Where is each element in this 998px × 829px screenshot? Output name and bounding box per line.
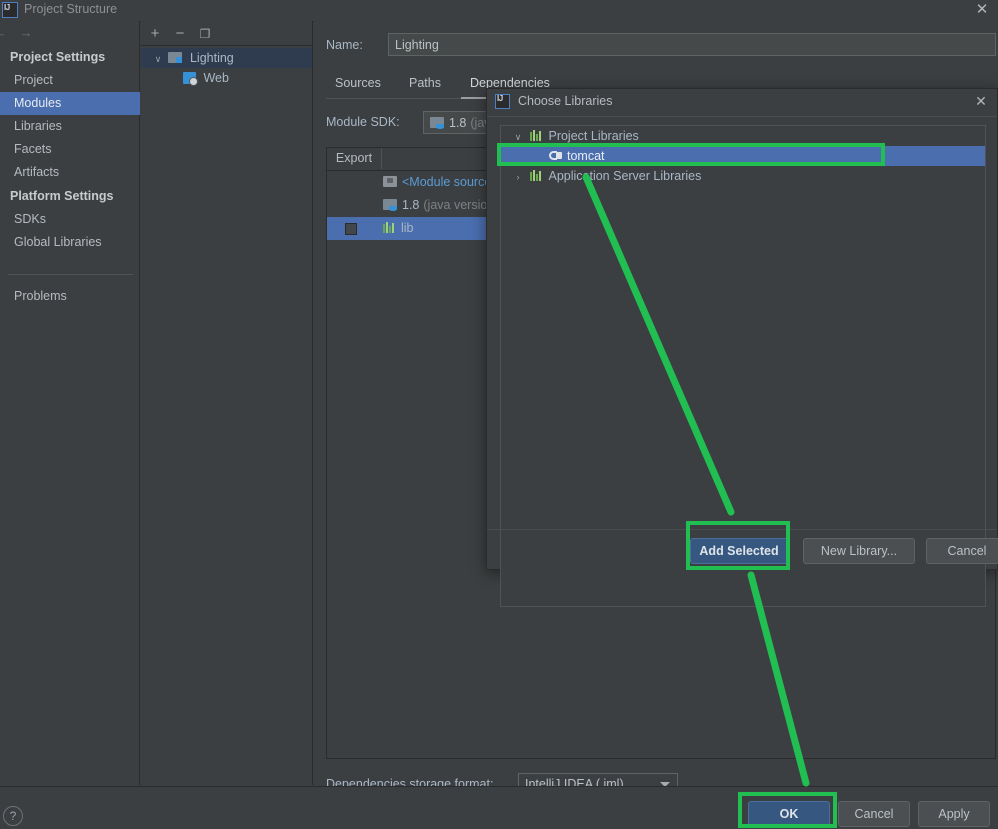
module-name-input[interactable]: Lighting [388,33,996,56]
choose-libraries-cancel-button[interactable]: Cancel [926,538,998,564]
module-tree-item-web[interactable]: Web [141,68,312,88]
tab-sources[interactable]: Sources [326,71,390,97]
settings-sidebar: ← → Project Settings Project Modules Lib… [0,21,140,785]
library-icon [383,222,396,233]
apply-button[interactable]: Apply [918,801,990,827]
choose-libraries-buttons: Add Selected New Library... Cancel [487,529,998,570]
sidebar-item-global-libraries[interactable]: Global Libraries [0,231,140,254]
module-name-label: Name: [326,38,363,52]
export-checkbox[interactable] [345,223,357,235]
intellij-idea-icon [2,2,18,18]
module-sdk-label: Module SDK: [326,115,400,129]
close-icon[interactable]: ✕ [974,2,990,18]
add-module-icon[interactable]: + [146,25,164,43]
sidebar-problems-wrap: Problems [0,285,140,308]
chevron-right-icon[interactable]: › [509,167,527,187]
library-group-project-libraries[interactable]: ∨ Project Libraries [501,126,985,146]
help-icon[interactable]: ? [3,806,23,826]
project-structure-window: Project Structure ✕ ← → Project Settings… [0,0,998,829]
sidebar-item-project[interactable]: Project [0,69,140,92]
cancel-button[interactable]: Cancel [838,801,910,827]
module-tree-item-label: Lighting [189,51,234,65]
library-group-label: Application Server Libraries [548,169,702,183]
intellij-idea-icon [495,94,510,109]
window-titlebar: Project Structure ✕ [0,0,998,22]
dependency-cell: <Module source> [383,171,499,194]
column-header-export[interactable]: Export [327,148,382,169]
dependency-cell: lib [383,217,414,240]
window-title: Project Structure [24,2,118,16]
dependency-label: 1.8 [402,198,420,212]
library-group-label: Project Libraries [548,129,639,143]
button-bar-divider [487,529,997,530]
sidebar-item-libraries[interactable]: Libraries [0,115,140,138]
forward-arrow-icon[interactable]: → [18,25,34,41]
library-group-icon [530,130,543,141]
choose-libraries-dialog: Choose Libraries ✕ ∨ Project Libraries t… [486,88,998,607]
module-source-icon [383,176,397,187]
dependency-label: lib [401,221,414,235]
choose-libraries-title: Choose Libraries [518,94,613,108]
sidebar-item-modules[interactable]: Modules [0,92,140,115]
sidebar-nav: ← → [0,21,140,45]
library-item-label: tomcat [567,149,605,163]
module-name-row: Name: Lighting [326,33,996,59]
remove-module-icon[interactable]: − [171,25,189,43]
sidebar-item-problems[interactable]: Problems [0,285,140,308]
library-group-application-server-libraries[interactable]: › Application Server Libraries [501,166,985,186]
choose-libraries-titlebar: Choose Libraries ✕ [487,89,997,117]
module-folder-icon [168,52,183,63]
jdk-icon [383,199,397,211]
jdk-icon [430,117,444,129]
module-tree-item-label: Web [203,71,229,85]
sidebar-divider [8,274,133,275]
sidebar-group-platform-settings: Platform Settings [10,189,114,203]
sidebar-group-project-settings: Project Settings [10,50,106,64]
copy-module-icon[interactable]: ❐ [196,25,214,43]
library-item-tomcat[interactable]: tomcat [501,146,985,166]
modules-panel: + − ❐ ∨ Lighting Web [141,21,313,785]
plug-library-icon [549,150,562,161]
new-library-button[interactable]: New Library... [803,538,915,564]
sidebar-item-sdks[interactable]: SDKs [0,208,140,231]
sidebar-item-artifacts[interactable]: Artifacts [0,161,140,184]
module-sdk-value: 1.8 [449,116,467,130]
module-tree-item-lighting[interactable]: ∨ Lighting [141,48,312,68]
sidebar-item-facets[interactable]: Facets [0,138,140,161]
web-facet-icon [183,72,198,86]
chevron-down-icon[interactable]: ∨ [509,127,527,147]
tab-paths[interactable]: Paths [400,71,450,97]
back-arrow-icon[interactable]: ← [0,25,8,41]
dependency-label: <Module source> [402,175,499,189]
modules-toolbar: + − ❐ [141,21,312,46]
chevron-down-icon[interactable]: ∨ [151,49,165,69]
ok-button[interactable]: OK [748,801,830,827]
add-selected-button[interactable]: Add Selected [690,538,788,564]
library-group-icon [530,170,543,181]
close-icon[interactable]: ✕ [973,93,989,109]
